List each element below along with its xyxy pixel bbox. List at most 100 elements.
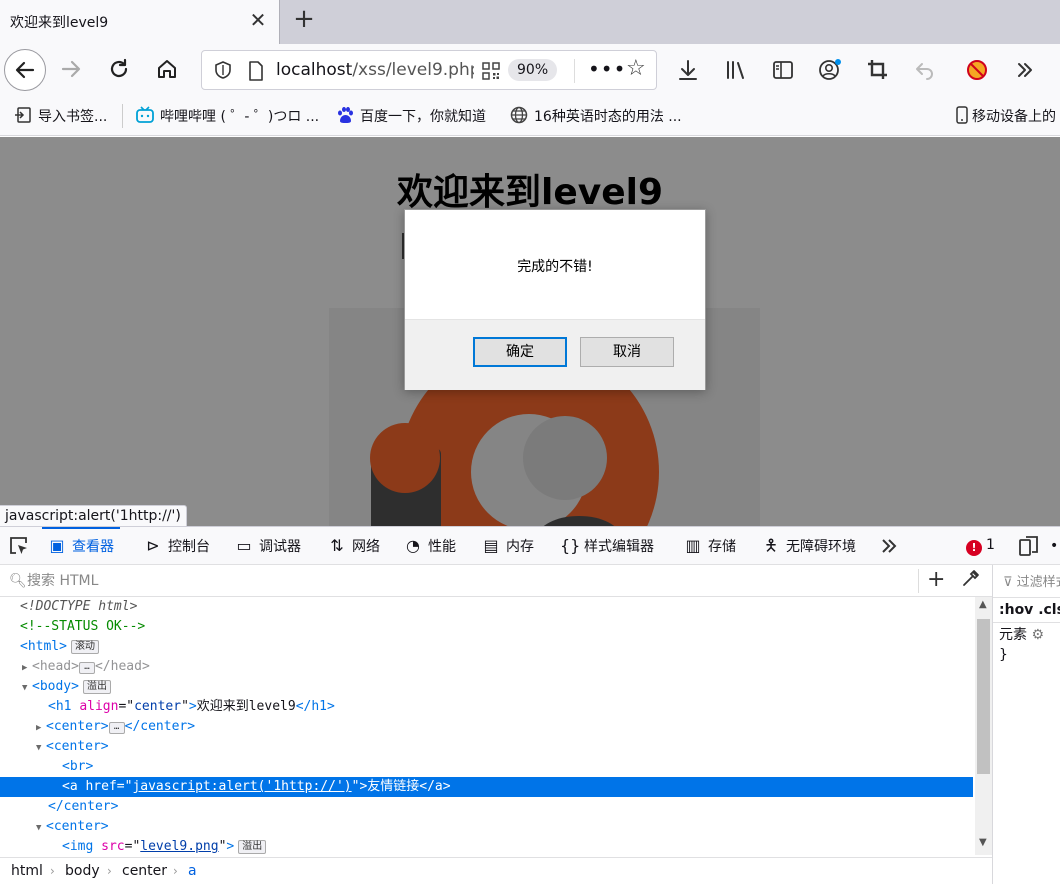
qr-code-icon[interactable] [482,62,500,80]
home-icon [158,60,176,78]
markup-line-anchor-selected[interactable]: <a href="javascript:alert('1http://')">友… [0,777,973,797]
collapsed-ellipsis-icon[interactable]: … [108,722,125,734]
chevron-double-right-icon [1018,63,1032,77]
tab-style-editor[interactable]: {} 样式编辑器 [560,527,654,565]
blocker-extension-button[interactable] [962,54,992,86]
responsive-design-button[interactable] [1018,527,1040,565]
home-button[interactable] [150,52,184,86]
devtools-menu-icon[interactable]: • [1050,527,1058,565]
eyedropper-icon[interactable] [962,569,980,587]
markup-line-comment[interactable]: <!--STATUS OK--> [0,617,973,637]
bookmark-baidu[interactable]: 百度一下，你就知道 [336,106,486,126]
url-bar[interactable]: localhost/xss/level9.php 90% ••• ☆ [201,50,657,90]
filter-styles-input[interactable]: ⊽ 过滤样式 [1003,571,1060,590]
markup-line-center-collapsed[interactable]: ▶ <center>… </center> [0,717,973,737]
page-info-icon[interactable] [248,61,264,81]
bookmark-english-tenses[interactable]: 16种英语时态的用法 ... [510,106,682,126]
markup-line-center-open[interactable]: ▼ <center> [0,737,973,757]
reload-button[interactable] [102,52,136,86]
tracking-shield-icon[interactable] [214,61,232,79]
tab-memory[interactable]: ▤ 内存 [482,527,534,565]
page-actions-more-icon[interactable]: ••• [588,57,626,81]
bookmark-label: 导入书签... [38,109,108,125]
forward-arrow-icon [61,60,81,78]
markup-line-img[interactable]: <img src="level9.png"> 溢出 [0,837,973,855]
undo-extension-button[interactable] [910,54,940,86]
overflow-badge[interactable]: 溢出 [82,680,111,694]
markup-line-center-close[interactable]: </center> [0,797,973,817]
bookmark-mobile[interactable]: 移动设备上的 [956,106,1056,126]
hov-toggle[interactable]: :hov [999,602,1033,618]
collapse-arrow-icon[interactable]: ▼ [36,738,46,758]
library-icon [727,61,744,79]
error-icon: ! [966,540,982,556]
account-icon [819,59,841,80]
library-button[interactable] [721,54,751,86]
expand-arrow-icon[interactable]: ▶ [22,658,32,678]
screenshot-crop-button[interactable] [863,54,893,86]
expand-arrow-icon[interactable]: ▶ [36,718,46,738]
cls-toggle[interactable]: .cls [1038,602,1060,618]
scroll-up-arrow-icon[interactable]: ▲ [979,599,987,610]
downloads-button[interactable] [673,54,703,86]
search-html-input[interactable] [27,572,887,590]
collapse-arrow-icon[interactable]: ▼ [36,818,46,838]
breadcrumb-item[interactable]: html [11,858,43,884]
breadcrumb-chevron-icon: › [173,864,178,878]
overflow-badge[interactable]: 溢出 [238,840,267,854]
console-icon: ⊳ [146,536,160,555]
blocker-extension-icon [967,60,987,80]
tab-performance[interactable]: ◔ 性能 [404,527,456,565]
tab-network[interactable]: ⇅ 网络 [328,527,380,565]
markup-line-body[interactable]: ▼ <body> 溢出 [0,677,973,697]
bookmark-star-icon[interactable]: ☆ [626,57,646,81]
markup-line-html[interactable]: <html> 滚动 [0,637,973,657]
markup-line-br[interactable]: <br> [0,757,973,777]
element-rule: 元素 ⚙ } [999,625,1044,665]
breadcrumb-item[interactable]: center [122,858,167,884]
tab-debugger[interactable]: ▭ 调试器 [235,527,301,565]
gear-icon[interactable]: ⚙ [1031,627,1044,643]
sidebar-button[interactable] [768,54,798,86]
markup-view[interactable]: <!DOCTYPE html> <!--STATUS OK--> <html> 滚… [0,597,975,855]
dialog-message: 完成的不错! [517,259,593,275]
element-picker-button[interactable] [8,527,30,565]
breadcrumb-item[interactable]: body [65,858,100,884]
tab-accessibility[interactable]: 🯅 无障碍环境 [762,527,856,565]
markup-line-head[interactable]: ▶ <head>… </head> [0,657,973,677]
breadcrumb-item-selected[interactable]: a [188,858,197,884]
tab-strip: 欢迎来到level9 ✕ + [0,0,1060,44]
url-text[interactable]: localhost/xss/level9.php [276,60,474,80]
scroll-down-arrow-icon[interactable]: ▼ [979,837,987,848]
more-tools-button[interactable] [880,527,898,565]
markup-line-doctype[interactable]: <!DOCTYPE html> [0,597,973,617]
add-node-icon[interactable]: + [927,567,945,592]
new-tab-icon[interactable]: + [290,6,318,34]
forward-button[interactable] [54,52,88,86]
close-tab-icon[interactable]: ✕ [246,8,270,32]
account-button[interactable] [815,54,845,86]
collapsed-ellipsis-icon[interactable]: … [78,662,95,674]
cancel-button[interactable]: 取消 [580,337,674,367]
tag-name: head [39,659,72,674]
active-tab[interactable]: 欢迎来到level9 ✕ [0,0,280,44]
tab-console[interactable]: ⊳ 控制台 [144,527,210,565]
overflow-menu-button[interactable] [1010,54,1040,86]
markup-line-center-img[interactable]: ▼ <center> [0,817,973,837]
ok-button[interactable]: 确定 [473,337,567,367]
scroll-badge[interactable]: 滚动 [70,640,99,654]
tab-storage[interactable]: ▥ 存储 [684,527,736,565]
attr-value-link[interactable]: level9.png [140,839,218,854]
bookmark-bilibili[interactable]: 哔哩哔哩 ( ゜- ゜)つロ ... [136,106,319,126]
markup-line-h1[interactable]: <h1 align="center">欢迎来到level9</h1> [0,697,973,717]
bookmark-import[interactable]: 导入书签... [14,106,107,126]
attr-value-link[interactable]: javascript:alert('1http://') [132,779,351,794]
markup-scrollbar[interactable]: ▲ ▼ [975,597,992,855]
back-button[interactable] [4,49,46,91]
zoom-level-badge[interactable]: 90% [508,59,558,81]
collapse-arrow-icon[interactable]: ▼ [22,678,32,698]
element-rule-label: 元素 [999,627,1027,643]
tab-inspector[interactable]: ▣ 查看器 [42,527,120,565]
error-count-badge[interactable]: ! 1 [966,537,995,556]
scrollbar-thumb[interactable] [977,619,990,774]
